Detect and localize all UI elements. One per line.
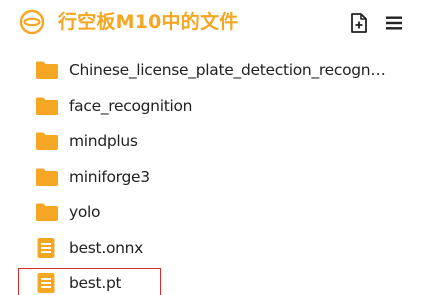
file-row[interactable]: best.pt xyxy=(0,266,424,295)
file-row[interactable]: best.onnx xyxy=(0,231,424,267)
file-name: face_recognition xyxy=(69,96,193,115)
file-browser-panel: 行空板M10中的文件 Chinese_license_plate_detecti… xyxy=(0,0,424,295)
folder-icon xyxy=(35,60,59,80)
panel-header: 行空板M10中的文件 xyxy=(0,0,424,46)
hamburger-menu-icon xyxy=(386,16,402,30)
ring-logo-icon[interactable] xyxy=(19,9,45,35)
file-name: yolo xyxy=(69,203,101,221)
file-list: Chinese_license_plate_detection_recognit… xyxy=(0,53,424,295)
document-icon xyxy=(36,237,56,259)
file-name: Chinese_license_plate_detection_recognit… xyxy=(69,61,387,79)
folder-row[interactable]: Chinese_license_plate_detection_recognit… xyxy=(0,53,424,89)
folder-icon xyxy=(35,131,59,151)
file-name: miniforge3 xyxy=(69,167,150,186)
new-file-icon xyxy=(351,13,367,33)
file-name: best.pt xyxy=(69,274,122,292)
new-file-button[interactable] xyxy=(348,12,370,34)
panel-title: 行空板M10中的文件 xyxy=(58,11,239,33)
folder-row[interactable]: mindplus xyxy=(0,124,424,160)
folder-icon xyxy=(35,202,59,222)
folder-icon xyxy=(35,167,59,187)
file-name: mindplus xyxy=(69,132,138,150)
file-name: best.onnx xyxy=(69,238,144,257)
folder-row[interactable]: yolo xyxy=(0,195,424,231)
folder-icon xyxy=(35,96,59,116)
folder-row[interactable]: face_recognition xyxy=(0,89,424,125)
menu-button[interactable] xyxy=(383,12,405,34)
document-icon xyxy=(36,272,56,294)
folder-row[interactable]: miniforge3 xyxy=(0,160,424,196)
